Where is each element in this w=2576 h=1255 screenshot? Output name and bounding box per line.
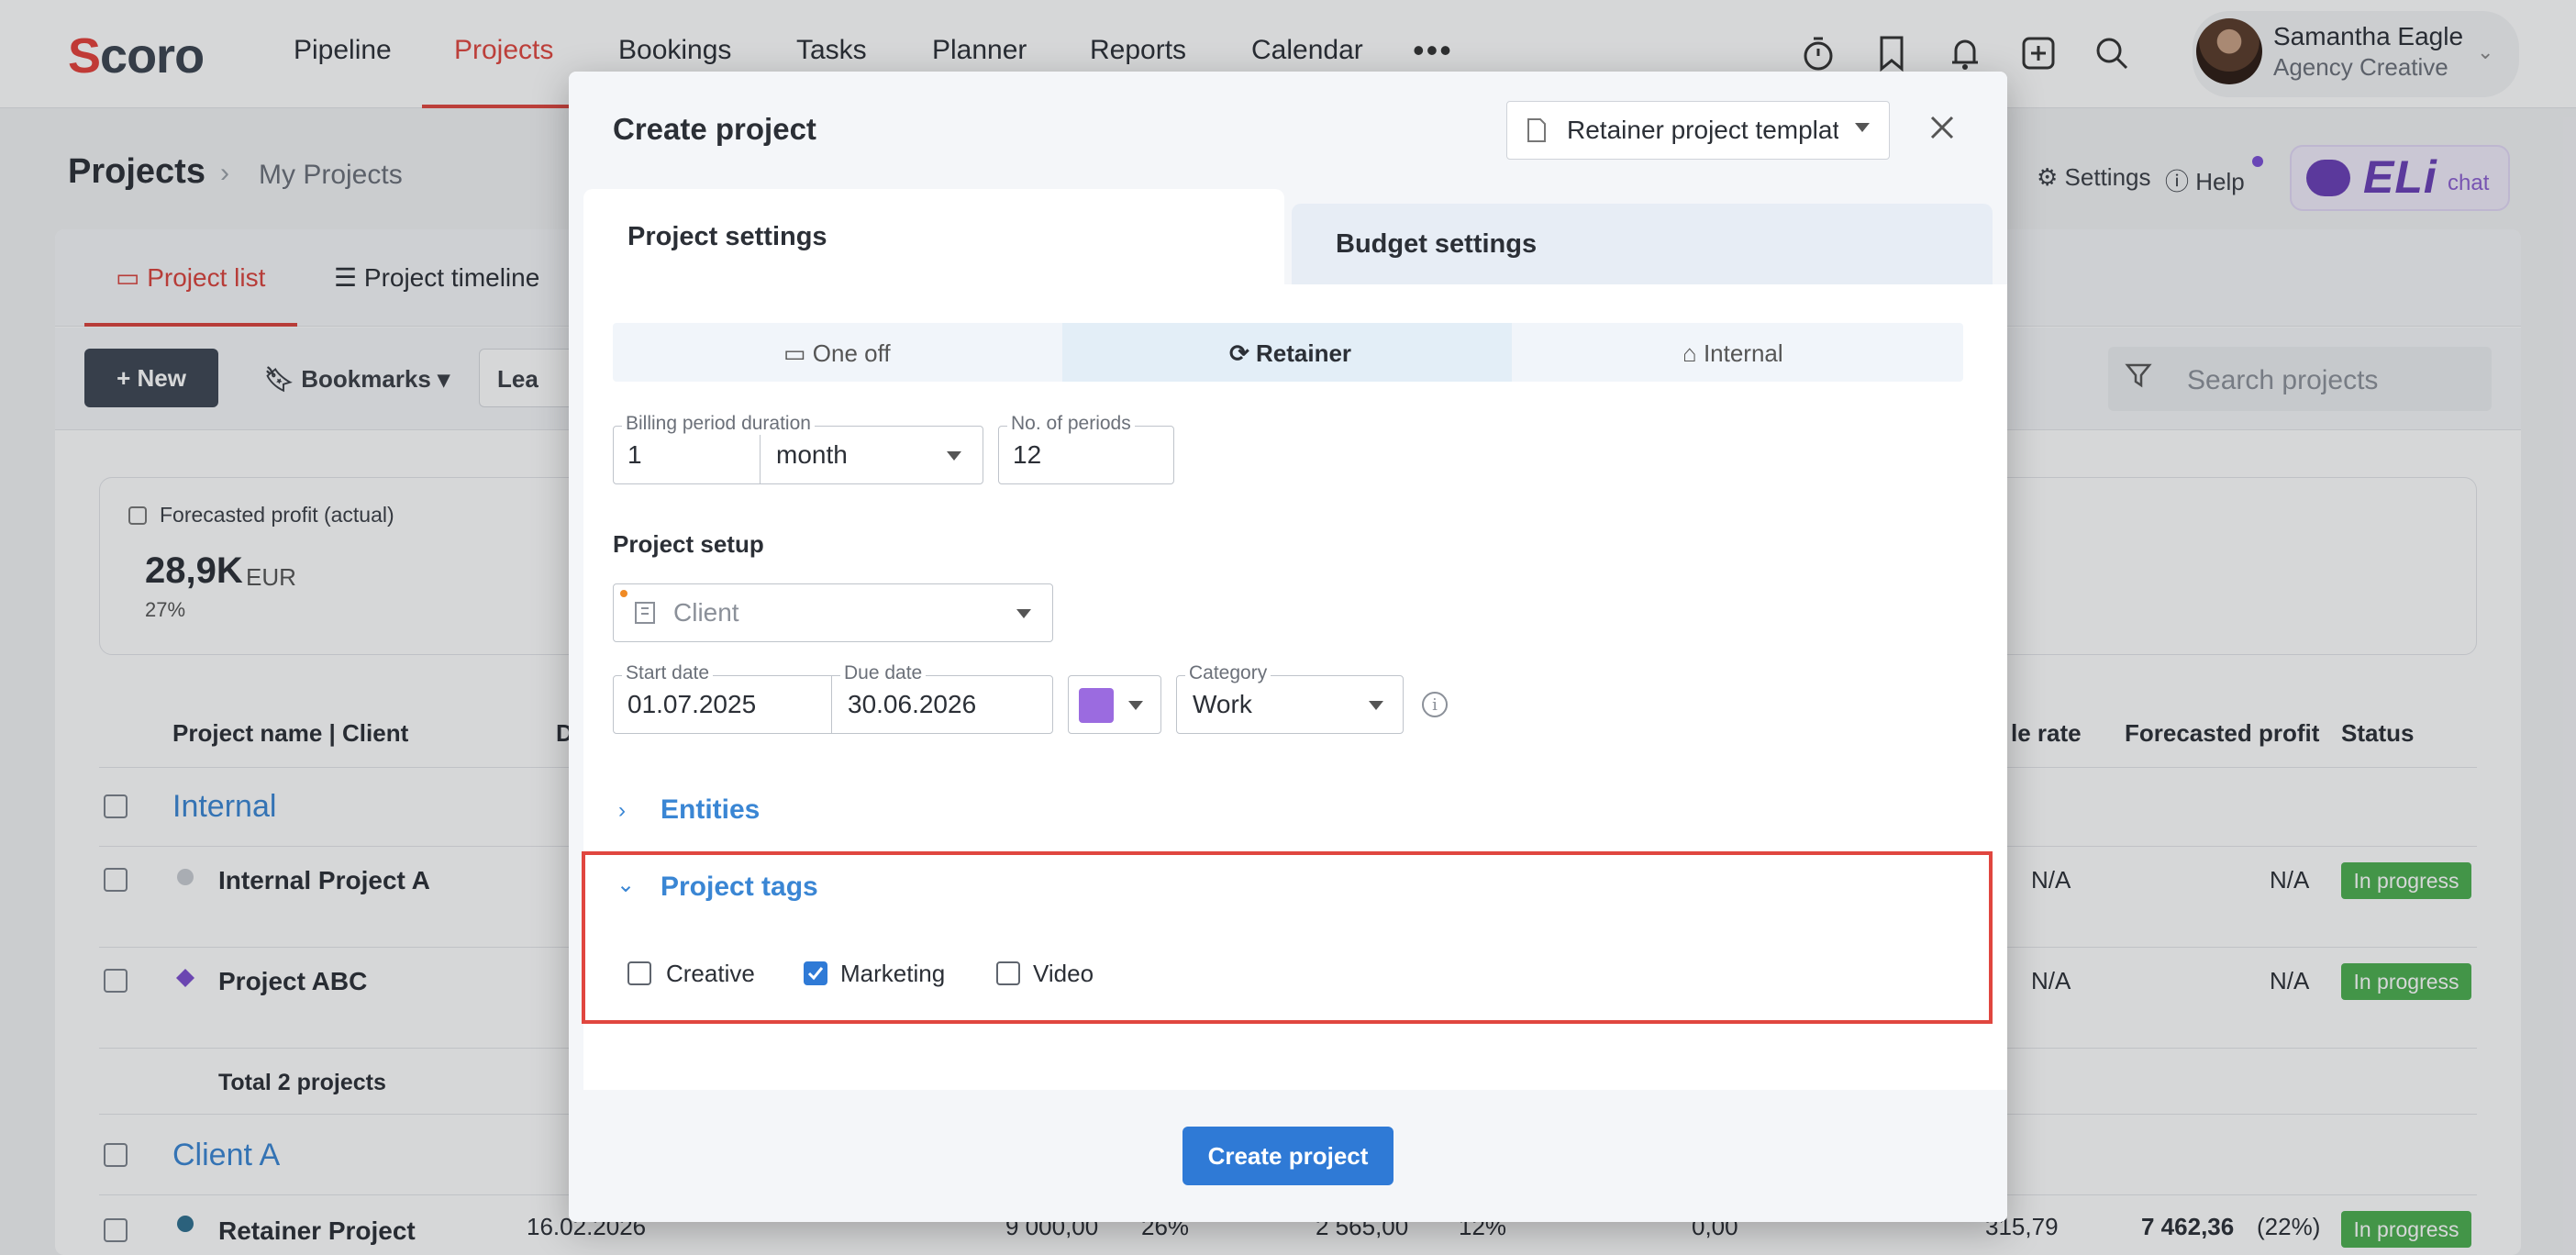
entities-section-toggle[interactable]: Entities [661,794,760,826]
periods-label: No. of periods [1007,413,1135,435]
color-swatch [1079,688,1114,723]
project-type-internal[interactable]: ⌂ Internal [1682,339,1783,368]
tab-project-settings-label: Project settings [627,222,827,251]
billing-unit-select[interactable]: month [776,440,848,470]
modal-title: Create project [613,112,816,146]
category-label: Category [1185,662,1271,684]
chevron-down-icon[interactable]: ⌄ [616,872,635,898]
tag-label-creative[interactable]: Creative [666,960,755,988]
start-date-value[interactable]: 01.07.2025 [627,690,756,719]
project-type-retainer-label: Retainer [1256,339,1352,367]
client-placeholder: Client [673,598,739,627]
tag-checkbox-creative[interactable] [627,961,651,985]
caret-down-icon [1369,701,1383,710]
building-icon [633,600,655,624]
billing-period-label: Billing period duration [622,413,815,435]
periods-value: 12 [1013,440,1042,469]
create-project-button[interactable]: Create project [1183,1127,1393,1185]
required-indicator [620,590,627,597]
caret-down-icon [1128,701,1143,710]
project-tags-section-toggle[interactable]: Project tags [661,872,818,903]
project-type-one-off[interactable]: ▭ One off [783,339,891,368]
project-type-one-off-label: One off [812,339,891,367]
template-icon [1525,117,1549,148]
caret-down-icon [1016,609,1031,618]
tab-budget-settings-label: Budget settings [1336,229,1538,259]
chevron-right-icon[interactable]: › [618,798,626,824]
category-value: Work [1193,690,1252,718]
template-select-value: Retainer project templat [1567,116,1838,144]
billing-period-value[interactable]: 1 [627,440,642,470]
info-icon[interactable]: i [1422,692,1448,717]
tag-checkbox-marketing[interactable] [804,961,827,985]
due-date-value[interactable]: 30.06.2026 [848,690,976,719]
due-date-label: Due date [840,662,927,684]
project-type-retainer[interactable]: ⟳ Retainer [1229,339,1351,368]
tag-checkbox-video[interactable] [996,961,1020,985]
close-icon[interactable] [1925,110,1960,145]
field-divider [831,676,832,733]
tag-label-marketing[interactable]: Marketing [840,960,945,988]
caret-down-icon [1855,123,1870,132]
field-divider [760,427,761,483]
checkmark-icon [807,967,824,981]
project-setup-heading: Project setup [613,530,764,558]
caret-down-icon [947,451,961,461]
start-date-label: Start date [622,662,714,684]
tag-label-video[interactable]: Video [1033,960,1094,988]
project-type-internal-label: Internal [1703,339,1783,367]
